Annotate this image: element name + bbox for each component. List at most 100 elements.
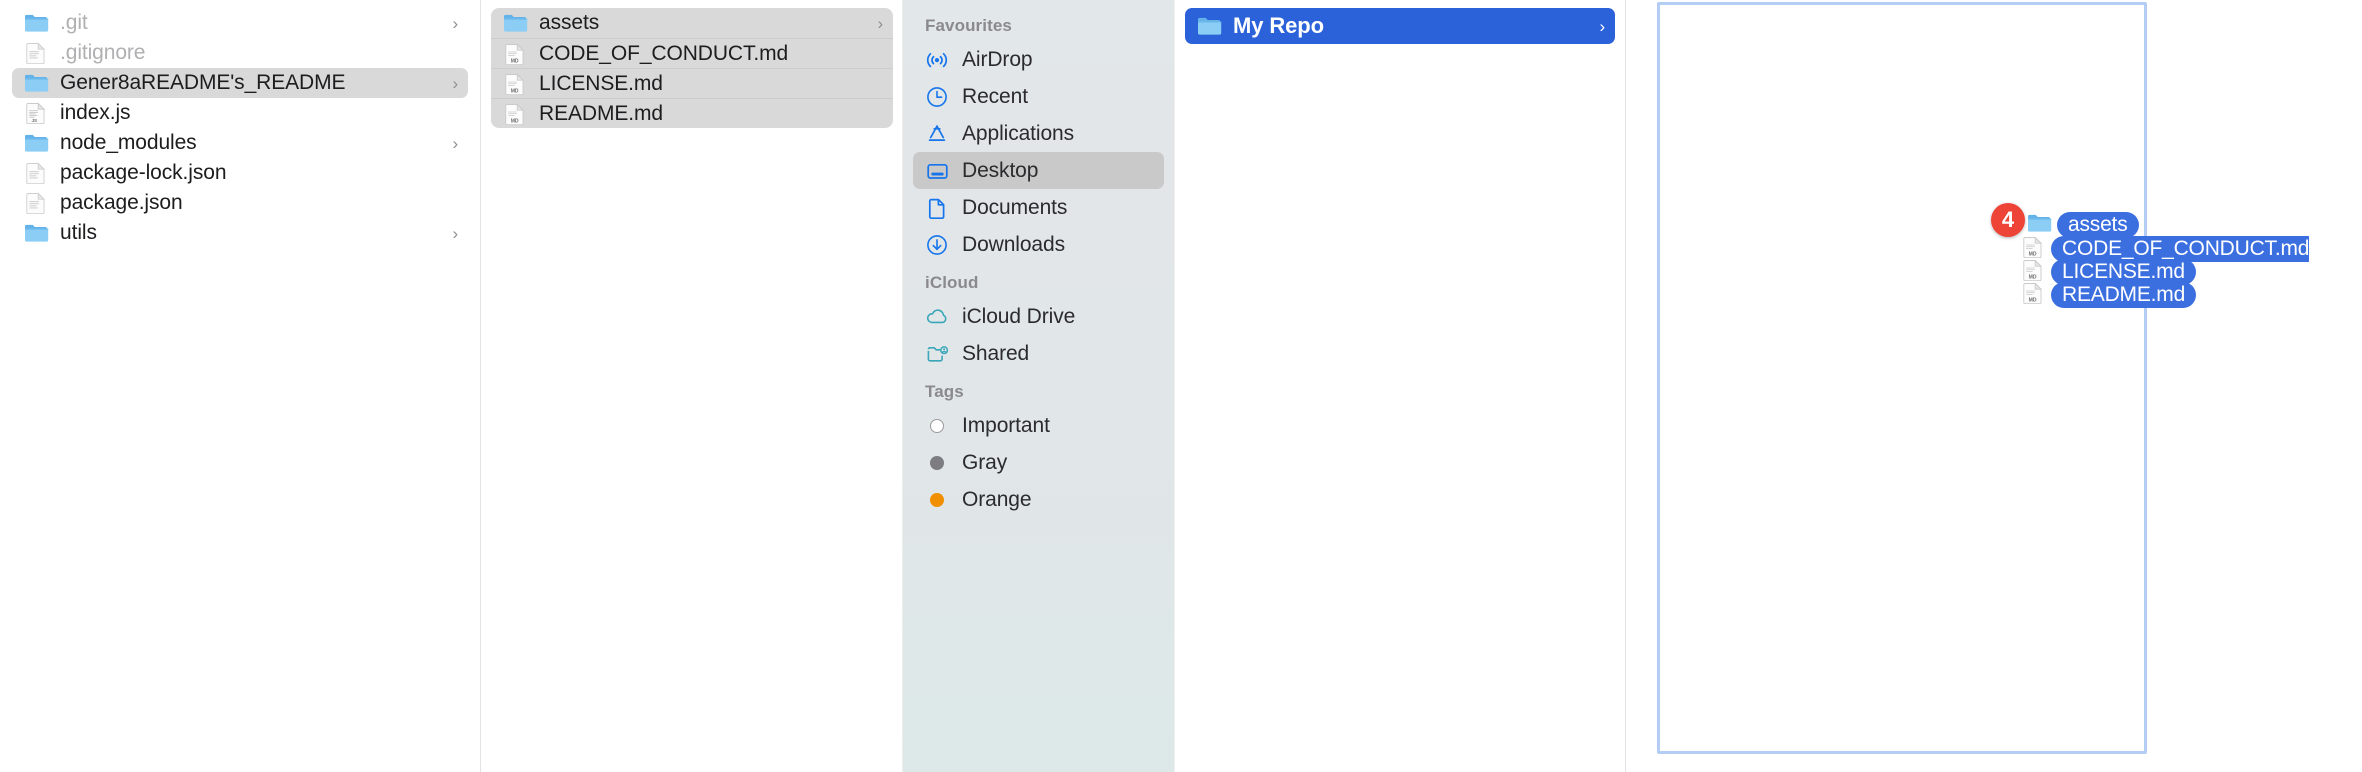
- sidebar-section-header: Tags: [925, 382, 964, 401]
- sidebar-item-label: Documents: [962, 195, 1068, 219]
- file-row-label: My Repo: [1233, 13, 1324, 38]
- multi-selection-group[interactable]: assets › MD CODE_OF_CONDUCT.md MD LICENSE.md M…: [491, 8, 893, 128]
- file-row-label: LICENSE.md: [539, 71, 663, 95]
- folder-icon: [24, 12, 50, 34]
- sidebar-item-downloads[interactable]: Downloads: [913, 226, 1164, 263]
- sidebar-item-gray[interactable]: Gray: [913, 444, 1164, 481]
- file-row[interactable]: .git ›: [12, 8, 468, 38]
- column-selected-files[interactable]: assets › MD CODE_OF_CONDUCT.md MD LICENSE.md M…: [481, 0, 903, 772]
- chevron-right-icon[interactable]: ›: [452, 75, 458, 92]
- file-row[interactable]: MD LICENSE.md: [491, 68, 893, 98]
- sidebar-item-label: Downloads: [962, 232, 1065, 256]
- file-row-label: .gitignore: [60, 41, 146, 64]
- folder-icon: [503, 12, 529, 34]
- svg-text:JS: JS: [32, 118, 37, 123]
- sidebar-section-header: Favourites: [925, 16, 1012, 35]
- sidebar-item-label: iCloud Drive: [962, 304, 1076, 328]
- sidebar-item-label: AirDrop: [962, 47, 1033, 71]
- sidebar-item-applications[interactable]: Applications: [913, 115, 1164, 152]
- file-row-label: README.md: [539, 101, 663, 125]
- desktop-icon: [923, 159, 951, 183]
- tag-dot-icon: [923, 414, 951, 438]
- md-file-icon: MD: [2021, 282, 2047, 308]
- sidebar-item-recent[interactable]: Recent: [913, 78, 1164, 115]
- svg-text:MD: MD: [511, 118, 519, 124]
- file-icon: [24, 162, 50, 184]
- chevron-right-icon[interactable]: ›: [452, 225, 458, 242]
- file-row-label: package.json: [60, 191, 183, 214]
- md-file-icon: MD: [503, 72, 529, 95]
- drag-ghost-clip: 4 assets MD CODE_OF_CONDUCT.md MD LICENSE.md…: [1962, 0, 2309, 772]
- column-parent-folder[interactable]: .git › .gitignore Gener8aREADME's_README › JS…: [0, 0, 480, 772]
- js-file-icon: JS: [24, 102, 50, 124]
- file-row[interactable]: MD README.md: [491, 98, 893, 128]
- sidebar-item-important[interactable]: Important: [913, 407, 1164, 444]
- file-row-label: package-lock.json: [60, 161, 227, 184]
- tag-dot-icon: [923, 451, 951, 475]
- chevron-right-icon[interactable]: ›: [1599, 18, 1605, 35]
- download-icon: [923, 233, 951, 257]
- svg-text:MD: MD: [511, 88, 519, 94]
- md-file-icon: MD: [503, 102, 529, 125]
- cloud-icon: [923, 305, 951, 329]
- applications-icon: [923, 122, 951, 146]
- file-row[interactable]: utils ›: [12, 218, 468, 248]
- file-row[interactable]: My Repo ›: [1185, 8, 1615, 44]
- svg-text:MD: MD: [511, 58, 519, 64]
- file-row[interactable]: .gitignore: [12, 38, 468, 68]
- sidebar-item-label: Orange: [962, 487, 1032, 511]
- clock-icon: [923, 85, 951, 109]
- file-row[interactable]: package.json: [12, 188, 468, 218]
- sidebar-item-shared[interactable]: Shared: [913, 335, 1164, 372]
- file-row[interactable]: assets ›: [491, 8, 893, 38]
- sidebar-item-airdrop[interactable]: AirDrop: [913, 41, 1164, 78]
- file-row-label: utils: [60, 221, 97, 244]
- sidebar-item-orange[interactable]: Orange: [913, 481, 1164, 518]
- sidebar-item-label: Recent: [962, 84, 1028, 108]
- sidebar-item-label: Shared: [962, 341, 1030, 365]
- chevron-right-icon[interactable]: ›: [452, 15, 458, 32]
- drag-ghost-label: README.md: [2051, 282, 2197, 308]
- file-row[interactable]: JS index.js: [12, 98, 468, 128]
- column-destination[interactable]: My Repo ›: [1175, 0, 1625, 772]
- file-row-label: node_modules: [60, 131, 197, 154]
- airdrop-icon: [923, 48, 951, 72]
- sidebar-item-label: Desktop: [962, 158, 1039, 182]
- file-icon: [24, 42, 50, 64]
- folder-icon: [24, 72, 50, 94]
- folder-icon: [24, 222, 50, 244]
- drag-ghost[interactable]: 4 assets MD CODE_OF_CONDUCT.md MD LICENSE.md…: [1991, 203, 2309, 322]
- sidebar-item-icloud-drive[interactable]: iCloud Drive: [913, 298, 1164, 335]
- sidebar-item-label: Applications: [962, 121, 1075, 145]
- sidebar-item-label: Important: [962, 413, 1050, 437]
- file-row[interactable]: package-lock.json: [12, 158, 468, 188]
- folder-icon: [2027, 212, 2053, 238]
- file-row-label: CODE_OF_CONDUCT.md: [539, 41, 789, 65]
- file-row-label: Gener8aREADME's_README: [60, 71, 346, 94]
- md-file-icon: MD: [503, 42, 529, 65]
- sidebar-item-label: Gray: [962, 450, 1008, 474]
- tag-color-dot: [930, 455, 944, 470]
- svg-text:MD: MD: [2029, 298, 2037, 304]
- sidebar-item-desktop[interactable]: Desktop: [913, 152, 1164, 189]
- file-row-label: .git: [60, 11, 88, 34]
- file-row[interactable]: MD CODE_OF_CONDUCT.md: [491, 38, 893, 68]
- document-icon: [923, 196, 951, 220]
- file-row[interactable]: node_modules ›: [12, 128, 468, 158]
- file-row-label: index.js: [60, 101, 131, 124]
- tag-dot-icon: [923, 488, 951, 512]
- chevron-right-icon[interactable]: ›: [877, 15, 883, 32]
- drag-ghost-item: assets: [2027, 212, 2139, 238]
- sidebar-item-documents[interactable]: Documents: [913, 189, 1164, 226]
- drag-ghost-label: assets: [2057, 212, 2139, 238]
- shared-folder-icon: [923, 342, 951, 366]
- drag-count-badge: 4: [1991, 203, 2025, 237]
- finder-sidebar[interactable]: Favourites AirDrop Recent Applications Deskt…: [903, 0, 1174, 772]
- file-row[interactable]: Gener8aREADME's_README ›: [12, 68, 468, 98]
- sidebar-section-header: iCloud: [925, 273, 979, 292]
- tag-color-dot: [930, 492, 944, 507]
- svg-text:MD: MD: [2029, 275, 2037, 281]
- file-icon: [24, 192, 50, 214]
- file-row-label: assets: [539, 11, 600, 34]
- chevron-right-icon[interactable]: ›: [452, 135, 458, 152]
